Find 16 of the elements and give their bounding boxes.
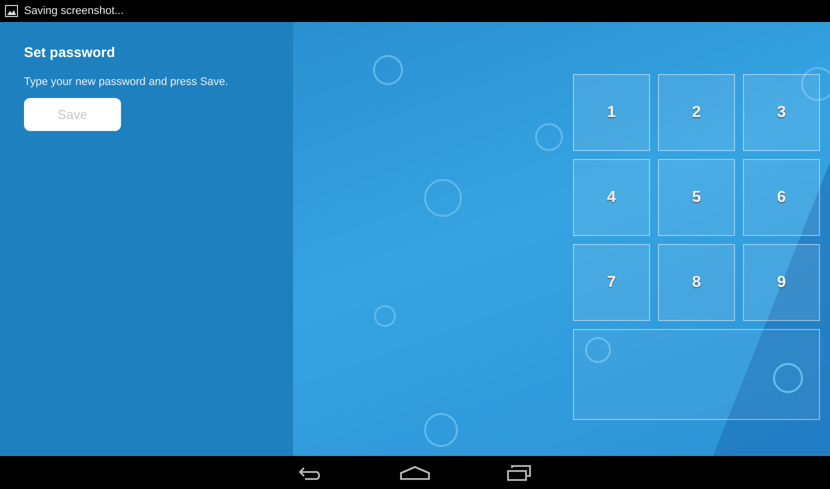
instruction-text: Type your new password and press Save. <box>24 76 228 88</box>
keypad-key[interactable]: 2 <box>658 74 735 151</box>
picture-icon <box>5 5 18 17</box>
keypad-key[interactable]: 6 <box>743 159 820 236</box>
keypad-key[interactable]: 5 <box>658 159 735 236</box>
back-icon <box>299 466 323 480</box>
keypad-key[interactable]: 4 <box>573 159 650 236</box>
recents-icon <box>507 464 531 480</box>
keypad-key[interactable]: 1 <box>573 74 650 151</box>
keypad-key[interactable]: 7 <box>573 244 650 321</box>
keypad-key[interactable]: 8 <box>658 244 735 321</box>
home-icon <box>400 466 430 480</box>
panel-title: Set password <box>24 44 116 60</box>
keypad-key[interactable]: 3 <box>743 74 820 151</box>
keypad-key[interactable]: 9 <box>743 244 820 321</box>
notification-text: Saving screenshot... <box>24 5 124 17</box>
